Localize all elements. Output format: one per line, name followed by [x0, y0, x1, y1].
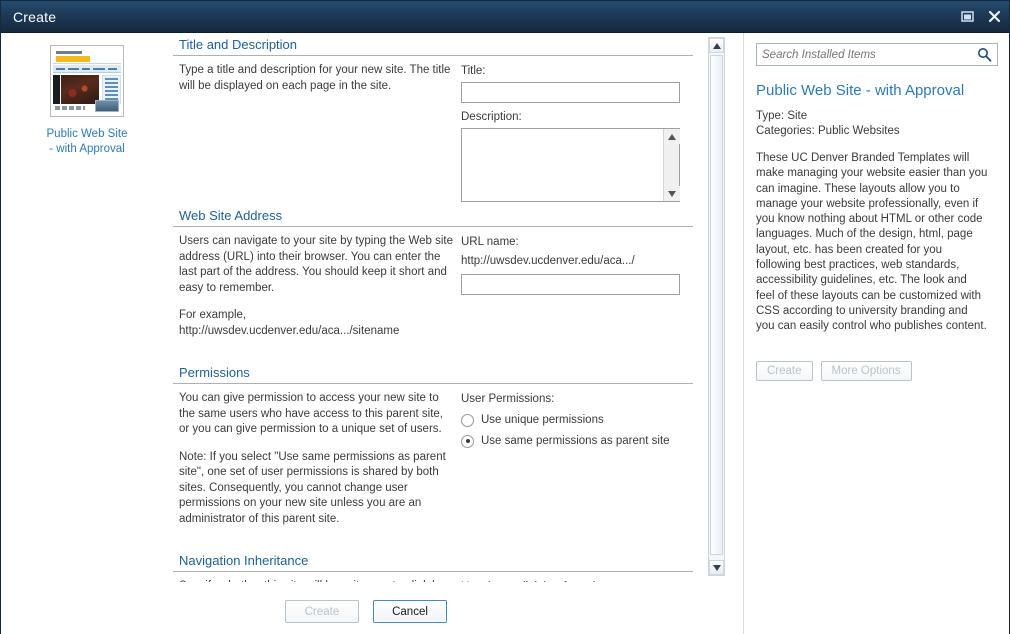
- section-web-site-address: Users can navigate to your site by typin…: [173, 227, 700, 351]
- permissions-note-text: Note: If you select "Use same permission…: [179, 450, 446, 525]
- section-heading-web-site-address: Web Site Address: [173, 208, 693, 227]
- navigation-fields: Use the top link bar from the parent sit…: [453, 579, 700, 582]
- template-card-label-line2: - with Approval: [49, 143, 125, 155]
- title-input[interactable]: [461, 82, 680, 103]
- form-scroll-region: Title and Description Type a title and d…: [173, 37, 700, 582]
- url-prefix-text: http://uwsdev.ucdenver.edu/aca.../: [461, 255, 635, 267]
- description-label: Description:: [461, 111, 522, 123]
- web-address-help: Users can navigate to your site by typin…: [173, 234, 453, 351]
- section-title-description: Type a title and description for your ne…: [173, 56, 700, 204]
- description-scrollbar[interactable]: [663, 129, 680, 201]
- permissions-help-text: You can give permission to access your n…: [179, 392, 443, 435]
- title-label: Title:: [461, 65, 486, 77]
- restore-window-icon[interactable]: [958, 8, 976, 26]
- dialog-titlebar: Create: [1, 1, 1009, 33]
- scroll-down-arrow-icon[interactable]: [709, 560, 724, 575]
- radio-same-permissions-button[interactable]: [461, 434, 474, 448]
- url-name-label: URL name:: [461, 236, 519, 248]
- navigation-help: Specify whether this site will have its …: [173, 579, 453, 582]
- radio-unique-permissions-label[interactable]: Use unique permissions: [481, 412, 604, 428]
- template-card-label[interactable]: Public Web Site - with Approval: [1, 127, 173, 157]
- web-address-fields: URL name: http://uwsdev.ucdenver.edu/aca…: [453, 234, 700, 351]
- panel-type-line: Type: Site: [756, 110, 808, 122]
- section-navigation-inheritance: Specify whether this site will have its …: [173, 572, 700, 582]
- panel-buttons: Create More Options: [756, 360, 997, 381]
- footer-create-button[interactable]: Create: [285, 600, 359, 623]
- permissions-help: You can give permission to access your n…: [173, 391, 453, 539]
- panel-categories-line: Categories: Public Websites: [756, 125, 900, 137]
- radio-same-permissions[interactable]: Use same permissions as parent site: [461, 433, 700, 449]
- title-description-help-text: Type a title and description for your ne…: [179, 64, 451, 92]
- top-link-bar-label: Use the top link bar from the parent sit…: [461, 579, 651, 582]
- footer-cancel-button[interactable]: Cancel: [373, 600, 447, 623]
- close-icon[interactable]: [985, 8, 1003, 26]
- dialog-body: Public Web Site - with Approval Title an…: [1, 33, 1009, 634]
- user-permissions-label: User Permissions:: [461, 393, 555, 405]
- radio-same-permissions-label[interactable]: Use same permissions as parent site: [481, 433, 670, 449]
- scrollbar-thumb[interactable]: [710, 55, 723, 555]
- search-installed-items[interactable]: [756, 43, 998, 66]
- create-form: Title and Description Type a title and d…: [173, 33, 743, 634]
- dialog-title: Create: [13, 8, 57, 25]
- scroll-down-arrow-icon[interactable]: [663, 186, 680, 201]
- template-card-label-line1: Public Web Site: [46, 128, 128, 140]
- panel-description: These UC Denver Branded Templates will m…: [756, 152, 988, 333]
- site-template-thumbnail: [50, 45, 124, 117]
- panel-meta: Type: Site Categories: Public Websites: [756, 109, 997, 139]
- title-description-fields: Title: Description:: [453, 63, 700, 204]
- search-input[interactable]: [757, 47, 967, 62]
- template-card[interactable]: Public Web Site - with Approval: [1, 33, 173, 634]
- web-address-help-text: Users can navigate to your site by typin…: [179, 235, 454, 294]
- radio-unique-permissions[interactable]: Use unique permissions: [461, 412, 700, 428]
- navigation-help-text: Specify whether this site will have its …: [179, 579, 453, 582]
- form-vertical-scrollbar[interactable]: [708, 37, 725, 576]
- template-info-panel: Public Web Site - with Approval Type: Si…: [743, 33, 1009, 634]
- section-heading-permissions: Permissions: [173, 365, 693, 384]
- title-description-help: Type a title and description for your ne…: [173, 63, 453, 204]
- section-heading-navigation-inheritance: Navigation Inheritance: [173, 553, 693, 572]
- section-heading-title-description: Title and Description: [173, 37, 693, 56]
- section-permissions: You can give permission to access your n…: [173, 384, 700, 539]
- window-controls: [958, 1, 1003, 32]
- search-icon[interactable]: [977, 47, 992, 67]
- panel-create-button[interactable]: Create: [756, 360, 813, 381]
- description-textarea-wrapper: [461, 128, 680, 202]
- web-address-example-text: For example, http://uwsdev.ucdenver.edu/…: [179, 309, 400, 337]
- dialog-footer: Create Cancel: [1, 600, 1009, 623]
- create-site-dialog: Create Public Web Site - with Approval T…: [0, 0, 1010, 634]
- scroll-up-arrow-icon[interactable]: [709, 38, 724, 53]
- scroll-up-arrow-icon[interactable]: [663, 129, 680, 144]
- description-textarea[interactable]: [462, 129, 664, 199]
- panel-more-options-button[interactable]: More Options: [820, 360, 912, 381]
- radio-unique-permissions-button[interactable]: [461, 413, 474, 427]
- permissions-fields: User Permissions: Use unique permissions…: [453, 391, 700, 539]
- panel-title: Public Web Site - with Approval: [756, 82, 965, 99]
- url-name-input[interactable]: [461, 274, 680, 295]
